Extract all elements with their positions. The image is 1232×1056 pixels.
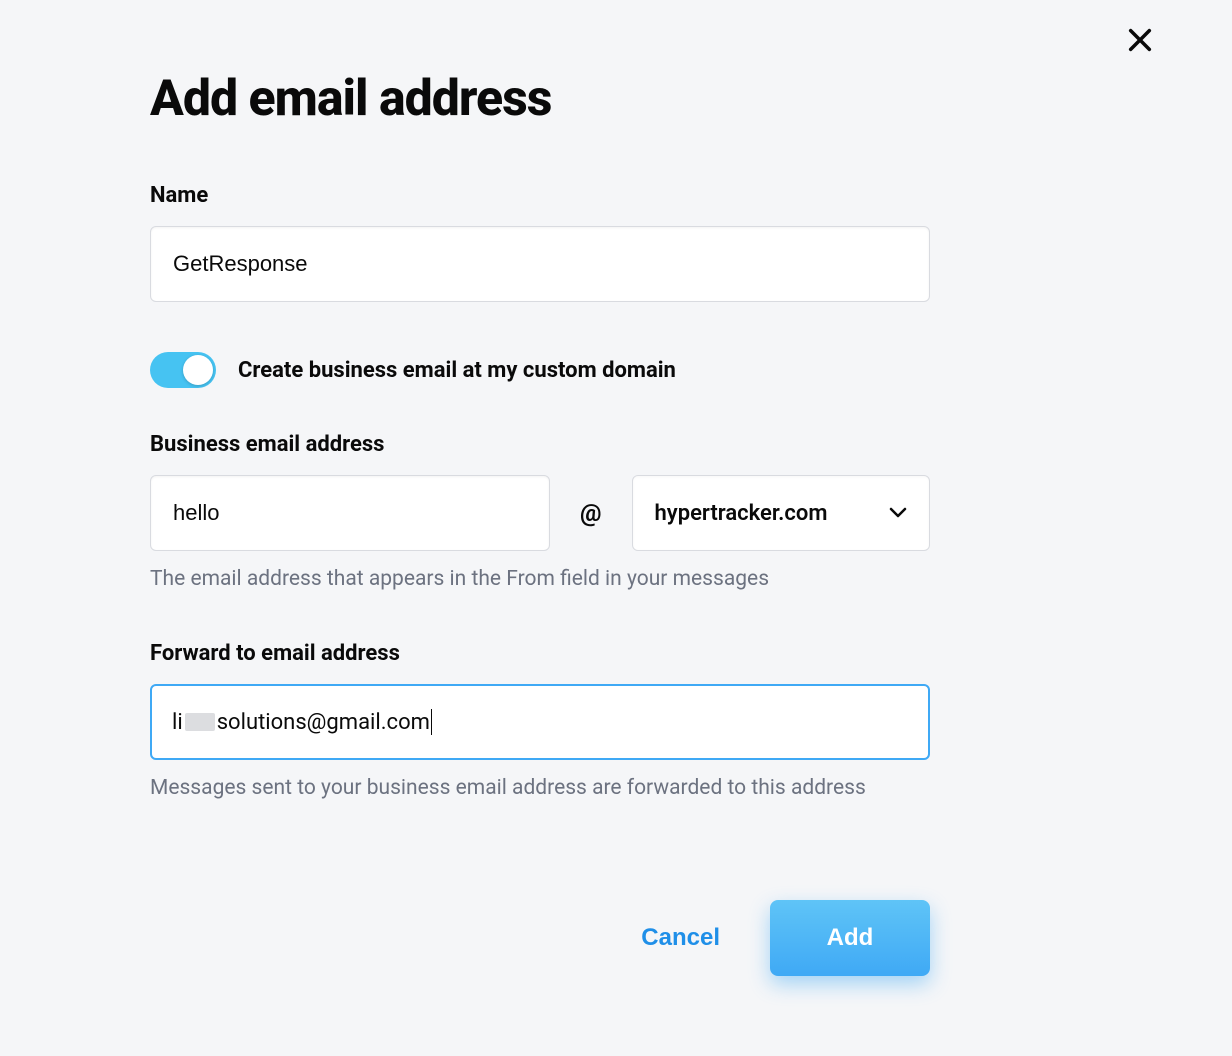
business-email-group: Business email address @ hypertracker.co… <box>150 432 930 591</box>
forward-suffix: solutions@gmail.com <box>217 710 430 735</box>
dialog-footer: Cancel Add <box>150 900 930 976</box>
forward-email-label: Forward to email address <box>150 641 930 666</box>
text-caret <box>431 709 433 735</box>
custom-domain-toggle-row: Create business email at my custom domai… <box>150 352 930 388</box>
custom-domain-toggle[interactable] <box>150 352 216 388</box>
obscured-segment <box>185 713 215 731</box>
cancel-button[interactable]: Cancel <box>641 924 720 952</box>
close-button[interactable] <box>1120 20 1160 60</box>
business-email-hint: The email address that appears in the Fr… <box>150 567 930 591</box>
forward-email-group: Forward to email address li solutions@gma… <box>150 641 930 800</box>
name-field-group: Name <box>150 183 930 302</box>
forward-prefix: li <box>172 710 183 735</box>
add-button[interactable]: Add <box>770 900 930 976</box>
chevron-down-icon <box>889 507 907 519</box>
dialog-title: Add email address <box>150 70 930 128</box>
business-email-domain-select[interactable]: hypertracker.com <box>632 475 930 551</box>
name-input[interactable] <box>150 226 930 302</box>
at-symbol: @ <box>550 499 632 527</box>
toggle-knob <box>183 355 213 385</box>
domain-select-value: hypertracker.com <box>655 501 828 526</box>
close-icon <box>1126 26 1154 54</box>
name-label: Name <box>150 183 930 208</box>
forward-email-input[interactable]: li solutions@gmail.com <box>150 684 930 760</box>
business-email-row: @ hypertracker.com <box>150 475 930 551</box>
business-email-label: Business email address <box>150 432 930 457</box>
add-email-dialog: Add email address Name Create business e… <box>0 0 1080 1036</box>
toggle-label: Create business email at my custom domai… <box>238 358 676 383</box>
forward-email-hint: Messages sent to your business email add… <box>150 776 930 800</box>
business-email-local-input[interactable] <box>150 475 550 551</box>
